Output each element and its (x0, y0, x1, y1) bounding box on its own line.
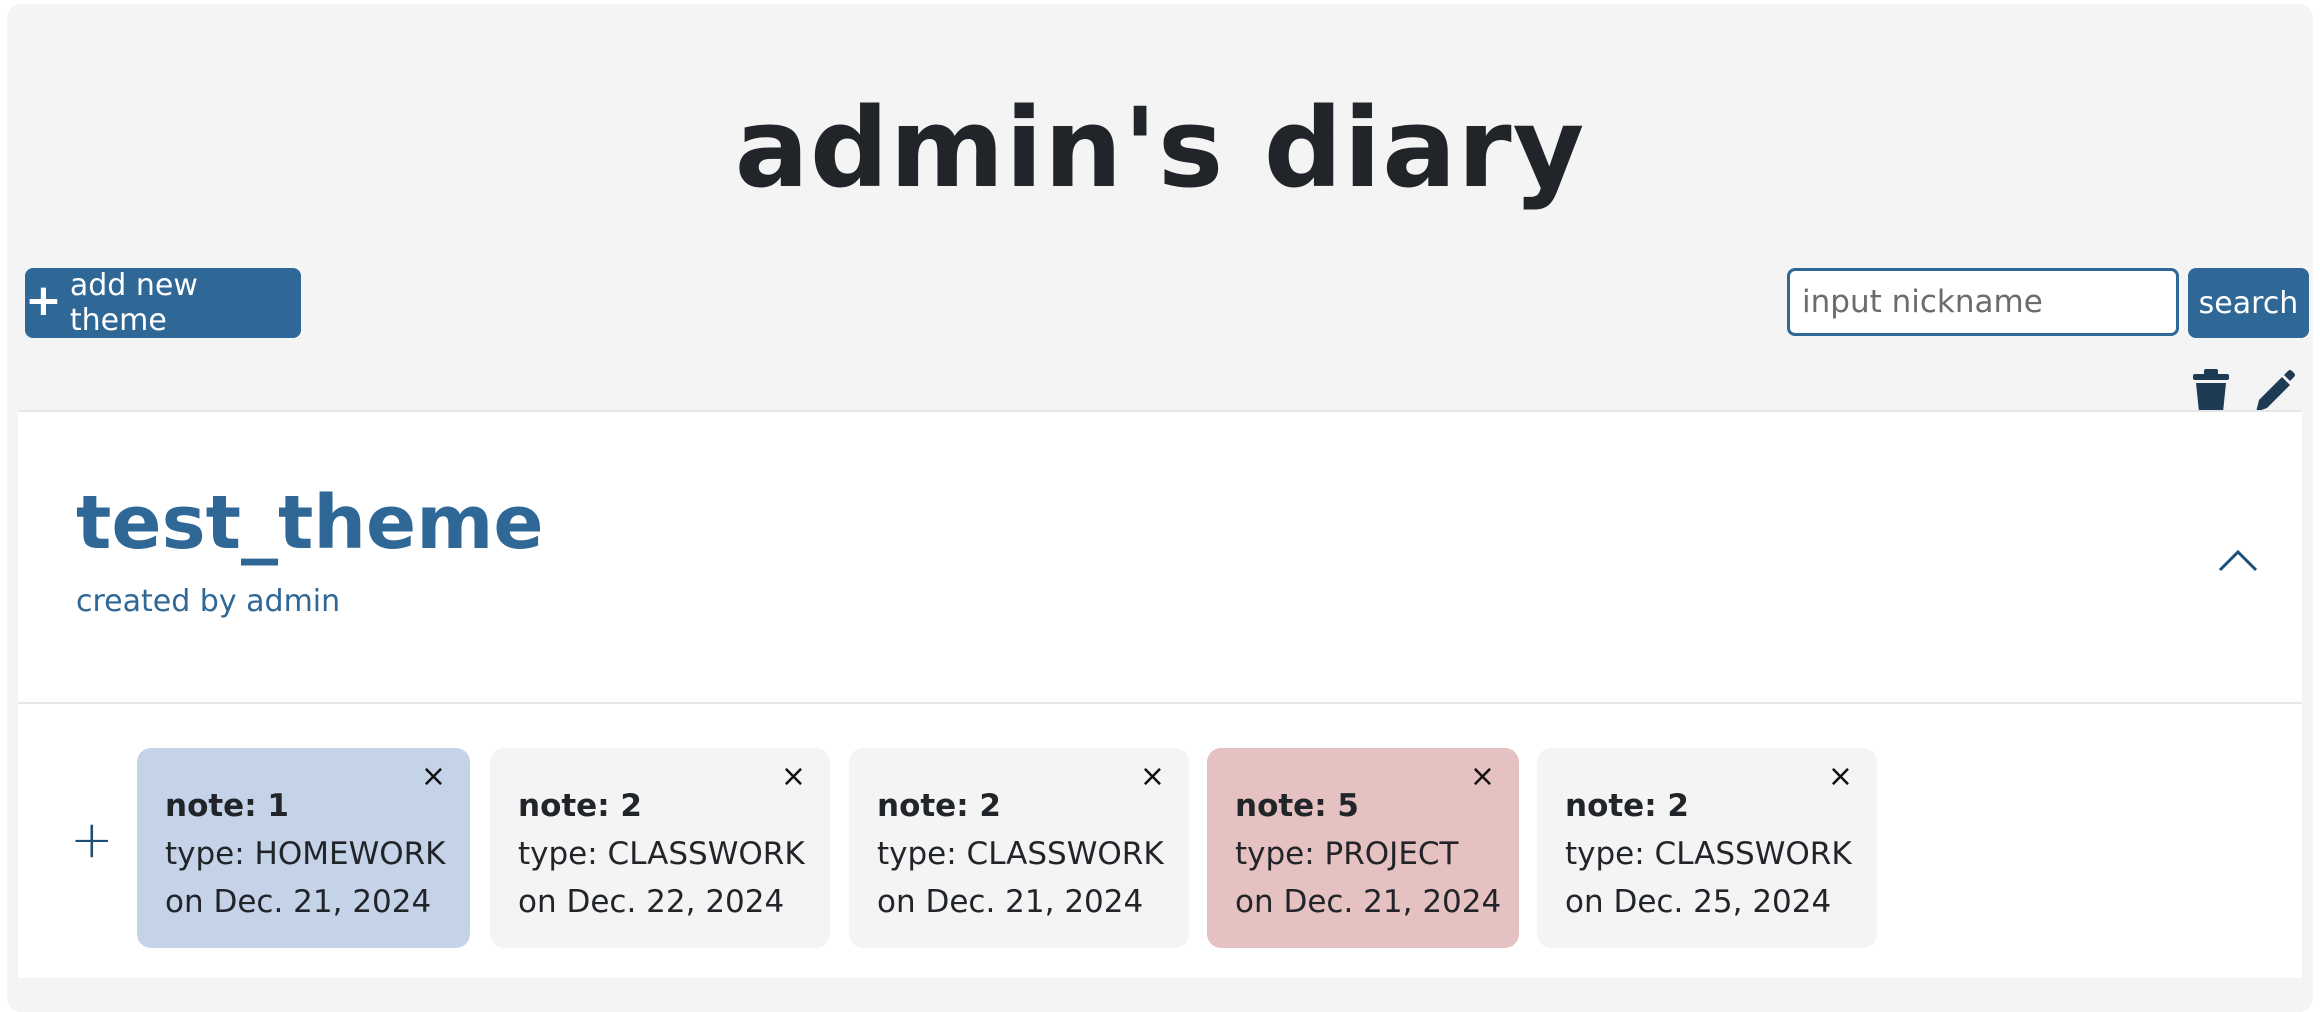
note-card[interactable]: × note: 2 type: CLASSWORK on Dec. 25, 20… (1537, 748, 1877, 948)
note-card[interactable]: × note: 2 type: CLASSWORK on Dec. 22, 20… (490, 748, 830, 948)
note-type: type: HOMEWORK (165, 836, 446, 872)
note-title: note: 2 (518, 788, 642, 824)
note-card[interactable]: × note: 2 type: CLASSWORK on Dec. 21, 20… (849, 748, 1189, 948)
close-icon[interactable]: × (1140, 762, 1165, 792)
nickname-search-input[interactable] (1787, 268, 2179, 336)
add-note-button[interactable]: + (70, 814, 114, 866)
note-title: note: 1 (165, 788, 289, 824)
note-date: on Dec. 22, 2024 (518, 884, 785, 920)
chevron-up-icon[interactable] (2214, 540, 2262, 580)
theme-title: test_theme (76, 480, 544, 566)
plus-icon: + (25, 275, 62, 326)
close-icon[interactable]: × (1828, 762, 1853, 792)
close-icon[interactable]: × (421, 762, 446, 792)
note-type: type: CLASSWORK (1565, 836, 1852, 872)
theme-card: test_theme created by admin + × note: 1 … (18, 410, 2302, 978)
theme-author: created by admin (76, 584, 341, 619)
close-icon[interactable]: × (1470, 762, 1495, 792)
trash-icon[interactable] (2189, 368, 2233, 414)
note-card[interactable]: × note: 1 type: HOMEWORK on Dec. 21, 202… (137, 748, 470, 948)
page-title: admin's diary (734, 84, 1586, 212)
note-title: note: 5 (1235, 788, 1359, 824)
search-button[interactable]: search (2188, 268, 2309, 338)
add-new-theme-label: add new theme (69, 268, 198, 338)
note-date: on Dec. 25, 2024 (1565, 884, 1832, 920)
close-icon[interactable]: × (781, 762, 806, 792)
note-date: on Dec. 21, 2024 (1235, 884, 1502, 920)
note-type: type: CLASSWORK (877, 836, 1164, 872)
add-new-theme-button[interactable]: + add new theme (25, 268, 301, 338)
note-type: type: PROJECT (1235, 836, 1459, 872)
note-date: on Dec. 21, 2024 (165, 884, 432, 920)
note-type: type: CLASSWORK (518, 836, 805, 872)
theme-header: test_theme created by admin (18, 412, 2302, 704)
note-title: note: 2 (877, 788, 1001, 824)
note-date: on Dec. 21, 2024 (877, 884, 1144, 920)
note-title: note: 2 (1565, 788, 1689, 824)
note-card[interactable]: × note: 5 type: PROJECT on Dec. 21, 2024 (1207, 748, 1519, 948)
pencil-icon[interactable] (2251, 368, 2295, 414)
